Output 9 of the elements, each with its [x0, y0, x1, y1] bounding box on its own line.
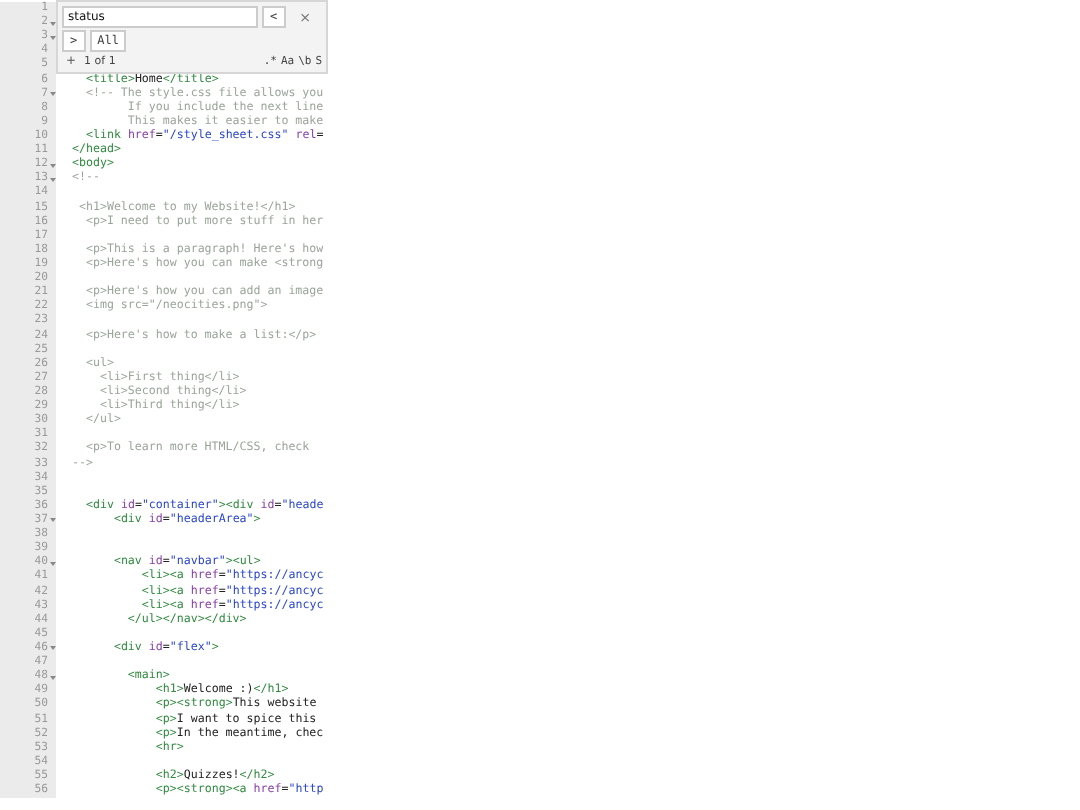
fold-icon[interactable]	[50, 177, 56, 182]
fold-icon[interactable]	[50, 675, 56, 680]
fold-icon[interactable]	[50, 92, 56, 97]
fold-icon[interactable]	[50, 35, 56, 40]
fold-icon[interactable]	[50, 163, 56, 168]
fold-icon[interactable]	[50, 646, 56, 651]
fold-icon[interactable]	[50, 518, 56, 523]
fold-icon[interactable]	[50, 561, 56, 566]
fold-icon[interactable]	[50, 21, 56, 26]
